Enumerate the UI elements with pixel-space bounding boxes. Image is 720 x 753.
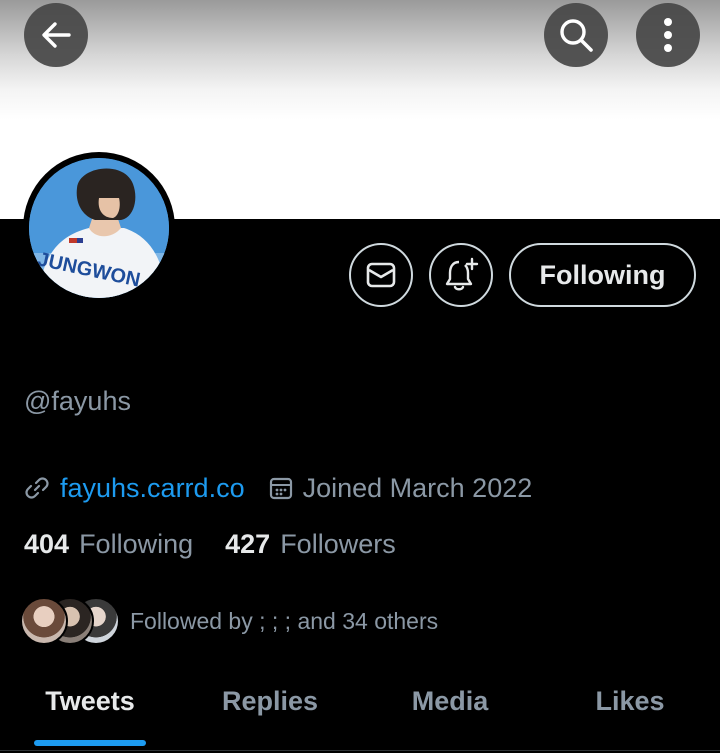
following-count: 404	[24, 529, 70, 559]
following-label: Following	[79, 529, 194, 559]
website-link[interactable]: fayuhs.carrd.co	[60, 473, 245, 504]
following-stat[interactable]: 404 Following	[24, 529, 193, 560]
followers-stat[interactable]: 427 Followers	[225, 529, 396, 560]
back-button[interactable]	[24, 3, 88, 67]
active-tab-indicator	[34, 740, 146, 746]
profile-handle: @fayuhs	[24, 386, 131, 416]
followed-by-text: Followed by ; ; ; and 34 others	[130, 607, 439, 634]
avatar-photo: JUNGWON	[29, 158, 169, 298]
tab-replies[interactable]: Replies	[180, 680, 360, 753]
tab-likes[interactable]: Likes	[540, 680, 720, 753]
bell-plus-icon	[445, 257, 479, 291]
more-button[interactable]	[636, 3, 700, 67]
joined-date: Joined March 2022	[302, 472, 533, 503]
followed-by[interactable]: Followed by ; ; ; and 34 others	[20, 596, 438, 646]
calendar-icon	[269, 477, 292, 500]
followers-count: 427	[225, 529, 271, 559]
profile-meta: fayuhs.carrd.co Joined March 2022	[24, 470, 532, 506]
followers-label: Followers	[280, 529, 396, 559]
search-icon	[560, 19, 593, 52]
arrow-left-icon	[42, 22, 71, 48]
divider	[0, 750, 720, 751]
profile-avatar[interactable]: JUNGWON	[23, 152, 175, 304]
message-button[interactable]	[349, 243, 413, 307]
search-button[interactable]	[544, 3, 608, 67]
follower-avatar	[20, 597, 68, 645]
tab-media[interactable]: Media	[360, 680, 540, 753]
follow-counts: 404 Following 427 Followers	[24, 529, 396, 560]
following-button[interactable]: Following	[509, 243, 696, 307]
notify-button[interactable]	[429, 243, 493, 307]
mail-icon	[366, 262, 396, 288]
link-icon	[25, 477, 49, 499]
more-vertical-icon	[664, 18, 672, 52]
